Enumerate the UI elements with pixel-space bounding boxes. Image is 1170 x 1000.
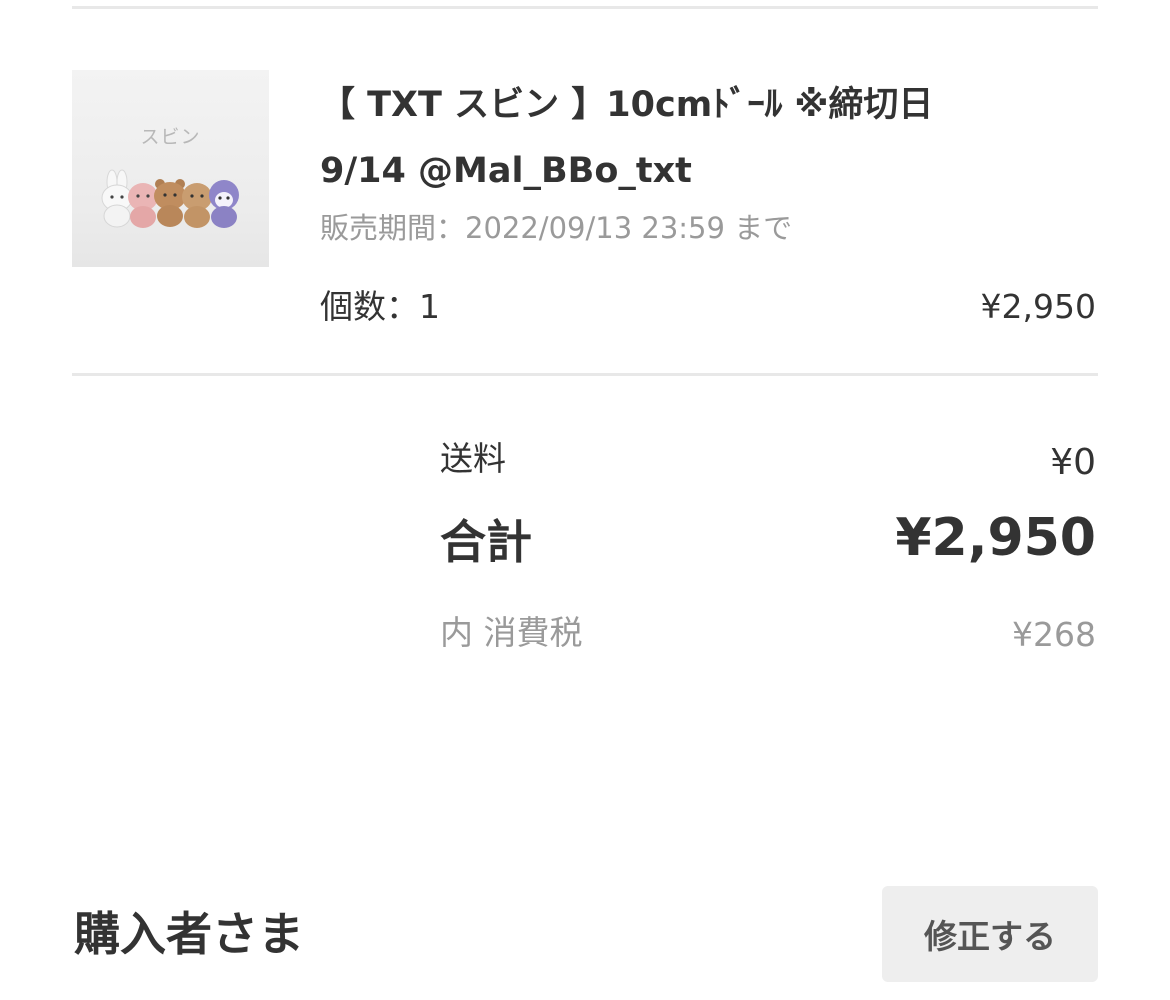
tax-label: 内 消費税 — [440, 613, 583, 652]
total-value: ¥2,950 — [895, 508, 1096, 568]
product-title-line2: 9/14 @Mal_BBo_txt — [320, 151, 692, 191]
sale-period: 販売期間：2022/09/13 23:59 まで — [320, 211, 793, 245]
plush-dolls-image — [101, 169, 239, 228]
checkout-page: スビン 【 TXT スビン 】10cmﾄﾞｰﾙ ※締切日 9/14 @Mal_B… — [0, 0, 1170, 1000]
section-divider — [72, 373, 1098, 376]
shipping-value: ¥0 — [1050, 442, 1096, 483]
edit-buyer-button[interactable]: 修正する — [882, 886, 1098, 982]
product-title-line1: 【 TXT スビン 】10cmﾄﾞｰﾙ ※締切日 — [320, 85, 934, 125]
total-label: 合計 — [440, 515, 532, 569]
buyer-heading: 購入者さま — [74, 907, 304, 961]
quantity: 個数：1 — [320, 287, 440, 326]
tax-value: ¥268 — [1012, 615, 1096, 654]
product-title[interactable]: 【 TXT スビン 】10cmﾄﾞｰﾙ ※締切日 9/14 @Mal_BBo_t… — [320, 72, 1020, 204]
product-thumbnail[interactable]: スビン — [72, 70, 269, 267]
top-divider — [72, 6, 1098, 9]
item-price: ¥2,950 — [980, 287, 1096, 326]
shipping-label: 送料 — [440, 439, 506, 478]
